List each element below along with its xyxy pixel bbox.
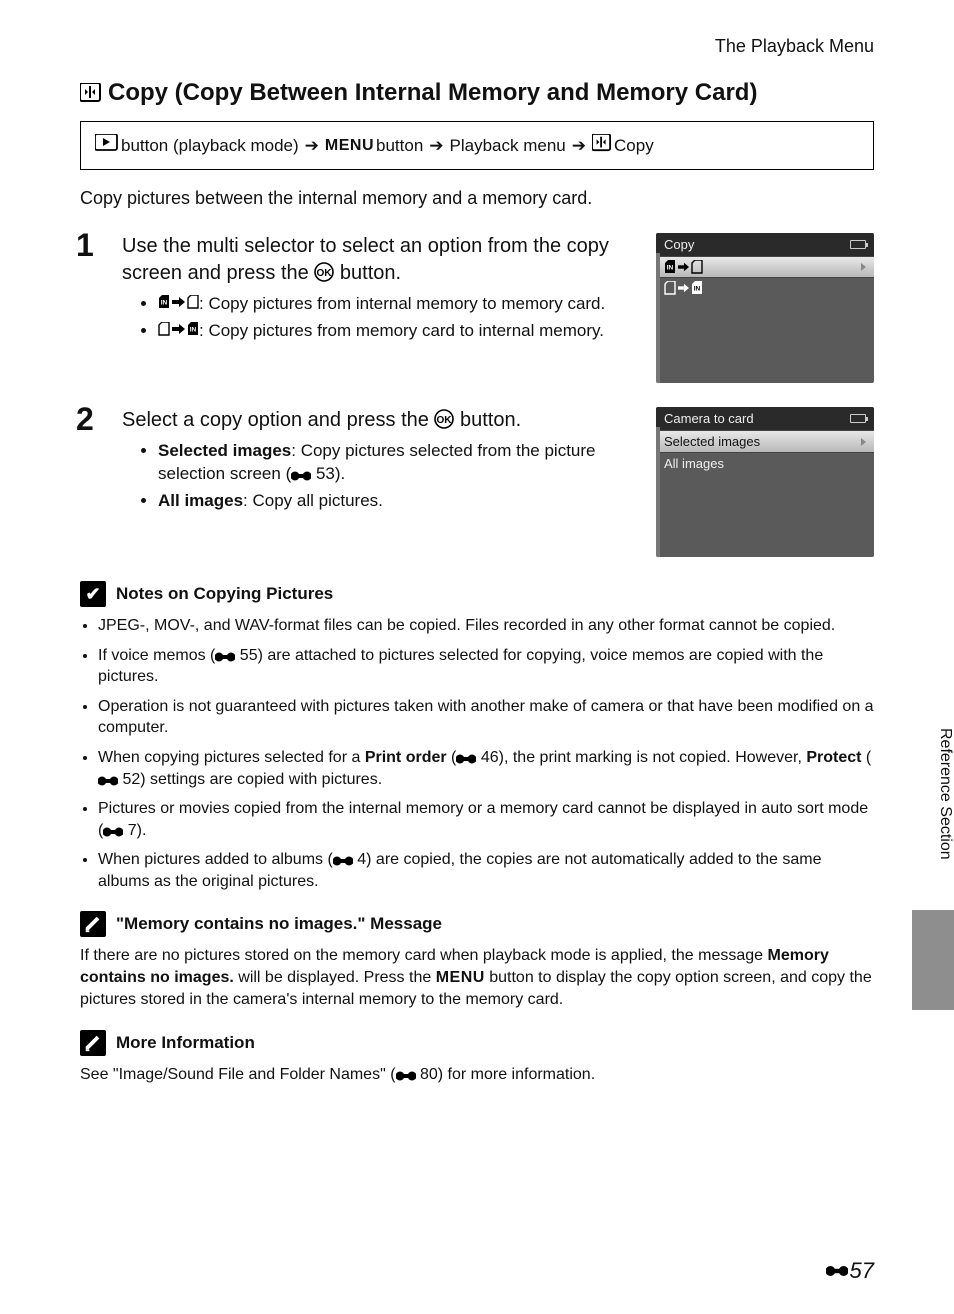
list-item: Pictures or movies copied from the inter… [98, 798, 874, 841]
nav-text: Playback menu [450, 136, 566, 156]
card-to-in-icon [158, 322, 199, 336]
step-head: Use the multi selector to select an opti… [122, 233, 640, 287]
list-item: : Copy pictures from memory card to inte… [158, 320, 640, 343]
step-2: 2 Select a copy option and press the but… [80, 407, 874, 557]
list-item: If voice memos ( 55) are attached to pic… [98, 645, 874, 688]
step-text: Select a copy option and press the [122, 409, 434, 431]
reference-icon [291, 470, 311, 482]
list-item: : Copy pictures from internal memory to … [158, 293, 640, 316]
list-item: Selected images: Copy pictures selected … [158, 440, 640, 486]
screen-row-text: All images [664, 456, 724, 471]
page-title-text: Copy (Copy Between Internal Memory and M… [108, 79, 757, 107]
ok-button-icon [314, 262, 334, 282]
ok-button-icon [434, 409, 454, 429]
message-heading: "Memory contains no images." Message [80, 911, 874, 937]
screen-row-highlight: Selected images [656, 430, 874, 452]
screen-row-text: Selected images [664, 434, 760, 449]
step-text: button. [334, 262, 401, 284]
bullet-label: All images [158, 491, 243, 510]
screen-title: Copy [664, 237, 694, 252]
arrow-icon: ➔ [429, 136, 443, 156]
reference-icon [826, 1264, 848, 1278]
page-number: 57 [826, 1258, 874, 1284]
camera-screen-options: Camera to card Selected images All image… [656, 407, 874, 557]
step-1: 1 Use the multi selector to select an op… [80, 233, 874, 383]
in-to-card-icon [158, 295, 199, 309]
check-icon: ✔ [80, 581, 106, 607]
bullet-text: : Copy pictures from internal memory to … [199, 294, 605, 313]
bullet-text: : Copy all pictures. [243, 491, 383, 510]
page-title: Copy (Copy Between Internal Memory and M… [80, 79, 874, 107]
side-tab-indicator [912, 910, 954, 1010]
menu-button-label: MENU [325, 137, 374, 155]
bullet-text: 53). [311, 464, 345, 483]
copy-icon [592, 134, 612, 157]
chevron-right-icon [861, 263, 866, 271]
step-number: 2 [76, 401, 94, 438]
list-item: JPEG-, MOV-, and WAV-format files can be… [98, 615, 874, 637]
bullet-text: : Copy pictures from memory card to inte… [199, 321, 604, 340]
reference-icon [333, 855, 353, 867]
reference-icon [396, 1070, 416, 1082]
more-info-body: See "Image/Sound File and Folder Names" … [80, 1064, 874, 1086]
screen-row: All images [656, 452, 874, 474]
running-head: The Playback Menu [80, 36, 874, 57]
pencil-icon [80, 1030, 106, 1056]
play-icon [95, 134, 119, 157]
nav-text: Copy [614, 136, 654, 156]
breadcrumb: button (playback mode) ➔ MENU button ➔ P… [80, 121, 874, 170]
reference-icon [103, 826, 123, 838]
list-item: When copying pictures selected for a Pri… [98, 747, 874, 790]
list-item: When pictures added to albums ( 4) are c… [98, 849, 874, 892]
list-item: Operation is not guaranteed with picture… [98, 696, 874, 739]
side-label: Reference Section [912, 720, 954, 910]
reference-icon [456, 753, 476, 765]
battery-icon [850, 240, 866, 249]
bullet-label: Selected images [158, 441, 291, 460]
menu-button-label: MENU [436, 969, 485, 986]
list-item: All images: Copy all pictures. [158, 490, 640, 513]
nav-text: button [376, 136, 423, 156]
message-title: "Memory contains no images." Message [116, 914, 442, 934]
battery-icon [850, 414, 866, 423]
notes-title: Notes on Copying Pictures [116, 584, 333, 604]
nav-text: button (playback mode) [121, 136, 299, 156]
screen-title: Camera to card [664, 411, 754, 426]
more-info-heading: More Information [80, 1030, 874, 1056]
screen-row-highlight [656, 256, 874, 277]
side-tab: Reference Section [912, 720, 954, 1010]
chevron-right-icon [861, 438, 866, 446]
arrow-icon: ➔ [305, 136, 319, 156]
arrow-icon: ➔ [572, 136, 586, 156]
pencil-icon [80, 911, 106, 937]
step-head: Select a copy option and press the butto… [122, 407, 640, 434]
more-info-title: More Information [116, 1033, 255, 1053]
notes-list: JPEG-, MOV-, and WAV-format files can be… [80, 615, 874, 893]
message-body: If there are no pictures stored on the m… [80, 945, 874, 1012]
step-number: 1 [76, 227, 94, 264]
reference-icon [98, 775, 118, 787]
step-text: button. [454, 409, 521, 431]
page-number-text: 57 [850, 1258, 874, 1284]
notes-heading: ✔ Notes on Copying Pictures [80, 581, 874, 607]
intro-text: Copy pictures between the internal memor… [80, 188, 874, 209]
camera-screen-copy: Copy [656, 233, 874, 383]
screen-row [656, 277, 874, 298]
copy-icon [80, 83, 102, 103]
reference-icon [215, 651, 235, 663]
